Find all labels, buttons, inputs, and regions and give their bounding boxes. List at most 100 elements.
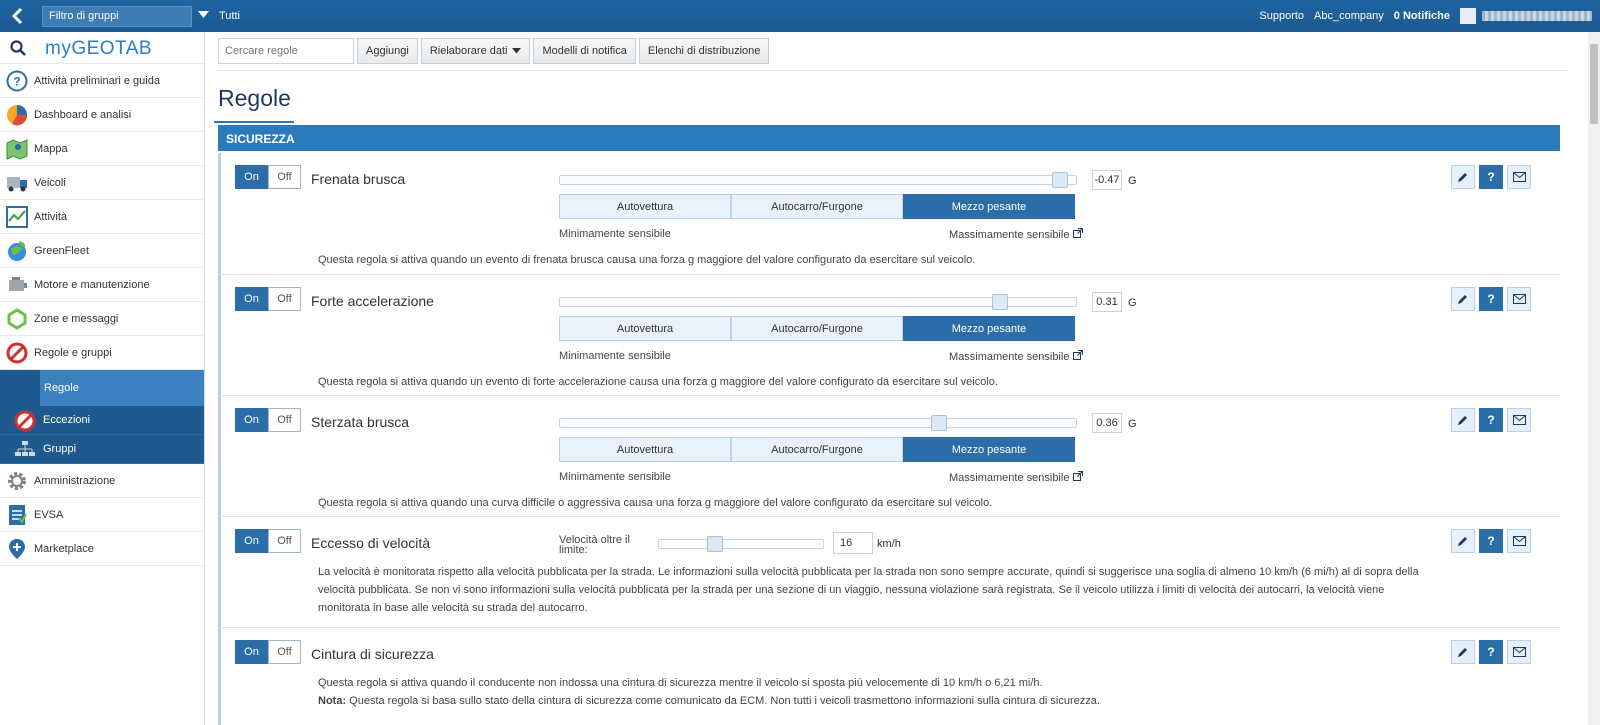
sidebar-item-marketplace[interactable]: Marketplace [0,532,204,566]
help-question-icon[interactable]: ? [1479,165,1503,189]
back-arrow-icon[interactable] [6,6,28,26]
segment-heavy[interactable]: Mezzo pesante [903,194,1075,219]
sidebar-item-rules-groups[interactable]: Regole e gruppi [0,336,204,370]
on-off-toggle[interactable]: On Off [235,408,301,432]
sidebar-subitem-groups[interactable]: Gruppi [0,435,204,464]
slider-handle[interactable] [1052,172,1068,188]
sidebar-subitem-rules[interactable]: Regole [40,370,204,406]
toggle-off[interactable]: Off [268,408,301,432]
prohibited-icon [6,342,28,364]
notification-templates-button[interactable]: Modelli di notifica [533,38,636,64]
chevron-down-icon [512,45,522,57]
sidebar-subitem-exceptions[interactable]: Eccezioni [0,406,204,435]
g-value-input[interactable]: 0.36 [1092,413,1122,433]
rule-row: On Off Forte accelerazione 0.31 G Autove… [218,275,1560,396]
vertical-scrollbar[interactable] [1588,32,1600,725]
slider-handle[interactable] [931,415,947,431]
help-question-icon[interactable]: ? [1479,529,1503,553]
company-name[interactable]: Abc_company [1314,10,1384,22]
sidebar-item-greenfleet[interactable]: GreenFleet [0,234,204,268]
g-unit: G [1128,175,1137,187]
segment-heavy[interactable]: Mezzo pesante [903,437,1075,462]
sidebar-item-dashboard[interactable]: Dashboard e analisi [0,98,204,132]
help-question-icon[interactable]: ? [1479,640,1503,664]
help-question-icon[interactable]: ? [1479,408,1503,432]
sidebar-item-getting-started[interactable]: ? Attività preliminari e guida [0,64,204,98]
segment-van[interactable]: Autocarro/Furgone [731,316,903,341]
main-content: Aggiungi Rielaborare dati Modelli di not… [206,32,1586,725]
sidebar-item-map[interactable]: Mappa [0,132,204,166]
marketplace-icon [6,538,28,560]
sensitivity-slider[interactable] [559,415,1077,431]
external-link-icon[interactable] [1073,471,1084,484]
on-off-toggle[interactable]: On Off [235,165,301,189]
pencil-icon[interactable] [1451,408,1475,432]
on-off-toggle[interactable]: On Off [235,287,301,311]
email-icon[interactable] [1507,165,1531,189]
external-link-icon[interactable] [1073,228,1084,241]
sidebar-item-administration[interactable]: Amministrazione [0,464,204,498]
segment-van[interactable]: Autocarro/Furgone [731,437,903,462]
rule-row: On Off Sterzata brusca 0.36 G Autovettur… [218,396,1560,517]
external-link-icon[interactable] [1073,350,1084,363]
search-icon[interactable] [10,40,26,59]
sidebar-item-evsa[interactable]: EVSA [0,498,204,532]
help-question-icon[interactable]: ? [1479,287,1503,311]
toggle-off[interactable]: Off [268,287,301,311]
search-rules-input[interactable] [218,38,354,64]
group-filter-input[interactable]: Filtro di gruppi [42,6,192,27]
on-off-toggle[interactable]: On Off [235,529,301,553]
slider-handle[interactable] [992,294,1008,310]
speed-unit: km/h [877,538,901,550]
max-sensitivity-label: Massimamente sensibile [949,228,1084,241]
email-icon[interactable] [1507,640,1531,664]
pencil-icon[interactable] [1451,287,1475,311]
email-icon[interactable] [1507,287,1531,311]
sidebar-item-zones[interactable]: Zone e messaggi [0,302,204,336]
speed-value-input[interactable]: 16 [833,532,873,554]
segment-car[interactable]: Autovettura [559,437,731,462]
sidebar-item-activity[interactable]: Attività [0,200,204,234]
top-bar: Filtro di gruppi Tutti Supporto Abc_comp… [0,0,1600,32]
pencil-icon[interactable] [1451,165,1475,189]
sensitivity-slider[interactable] [559,294,1077,310]
speed-slider[interactable] [658,536,824,552]
toggle-off[interactable]: Off [268,165,301,189]
segment-heavy[interactable]: Mezzo pesante [903,316,1075,341]
g-value-input[interactable]: 0.31 [1092,292,1122,312]
scrollbar-thumb[interactable] [1590,44,1598,124]
help-circle-icon: ? [6,70,28,92]
pencil-icon[interactable] [1451,529,1475,553]
email-icon[interactable] [1507,529,1531,553]
chevron-down-icon[interactable] [198,10,209,22]
toggle-on[interactable]: On [235,640,268,664]
max-sensitivity-label: Massimamente sensibile [949,350,1084,363]
user-menu[interactable] [1460,8,1592,24]
reprocess-data-button[interactable]: Rielaborare dati [420,38,531,64]
sensitivity-slider[interactable] [559,172,1077,188]
sidebar-item-label: Veicoli [34,176,66,189]
segment-car[interactable]: Autovettura [559,194,731,219]
toggle-off[interactable]: Off [268,640,301,664]
toggle-on[interactable]: On [235,165,268,189]
notifications-link[interactable]: 0 Notifiche [1394,10,1450,22]
group-filter-value[interactable]: Tutti [219,10,240,22]
slider-handle[interactable] [707,536,723,552]
distribution-lists-button[interactable]: Elenchi di distribuzione [638,38,770,64]
toggle-on[interactable]: On [235,529,268,553]
segment-van[interactable]: Autocarro/Furgone [731,194,903,219]
toggle-on[interactable]: On [235,408,268,432]
on-off-toggle[interactable]: On Off [235,640,301,664]
add-button[interactable]: Aggiungi [357,38,418,64]
rule-description: Questa regola si attiva quando il conduc… [318,674,1348,710]
g-value-input[interactable]: -0.47 [1092,170,1122,190]
sidebar-item-engine[interactable]: Motore e manutenzione [0,268,204,302]
support-link[interactable]: Supporto [1259,10,1304,22]
pencil-icon[interactable] [1451,640,1475,664]
toggle-off[interactable]: Off [268,529,301,553]
segment-car[interactable]: Autovettura [559,316,731,341]
gear-icon [6,470,28,492]
email-icon[interactable] [1507,408,1531,432]
toggle-on[interactable]: On [235,287,268,311]
sidebar-item-vehicles[interactable]: Veicoli [0,166,204,200]
